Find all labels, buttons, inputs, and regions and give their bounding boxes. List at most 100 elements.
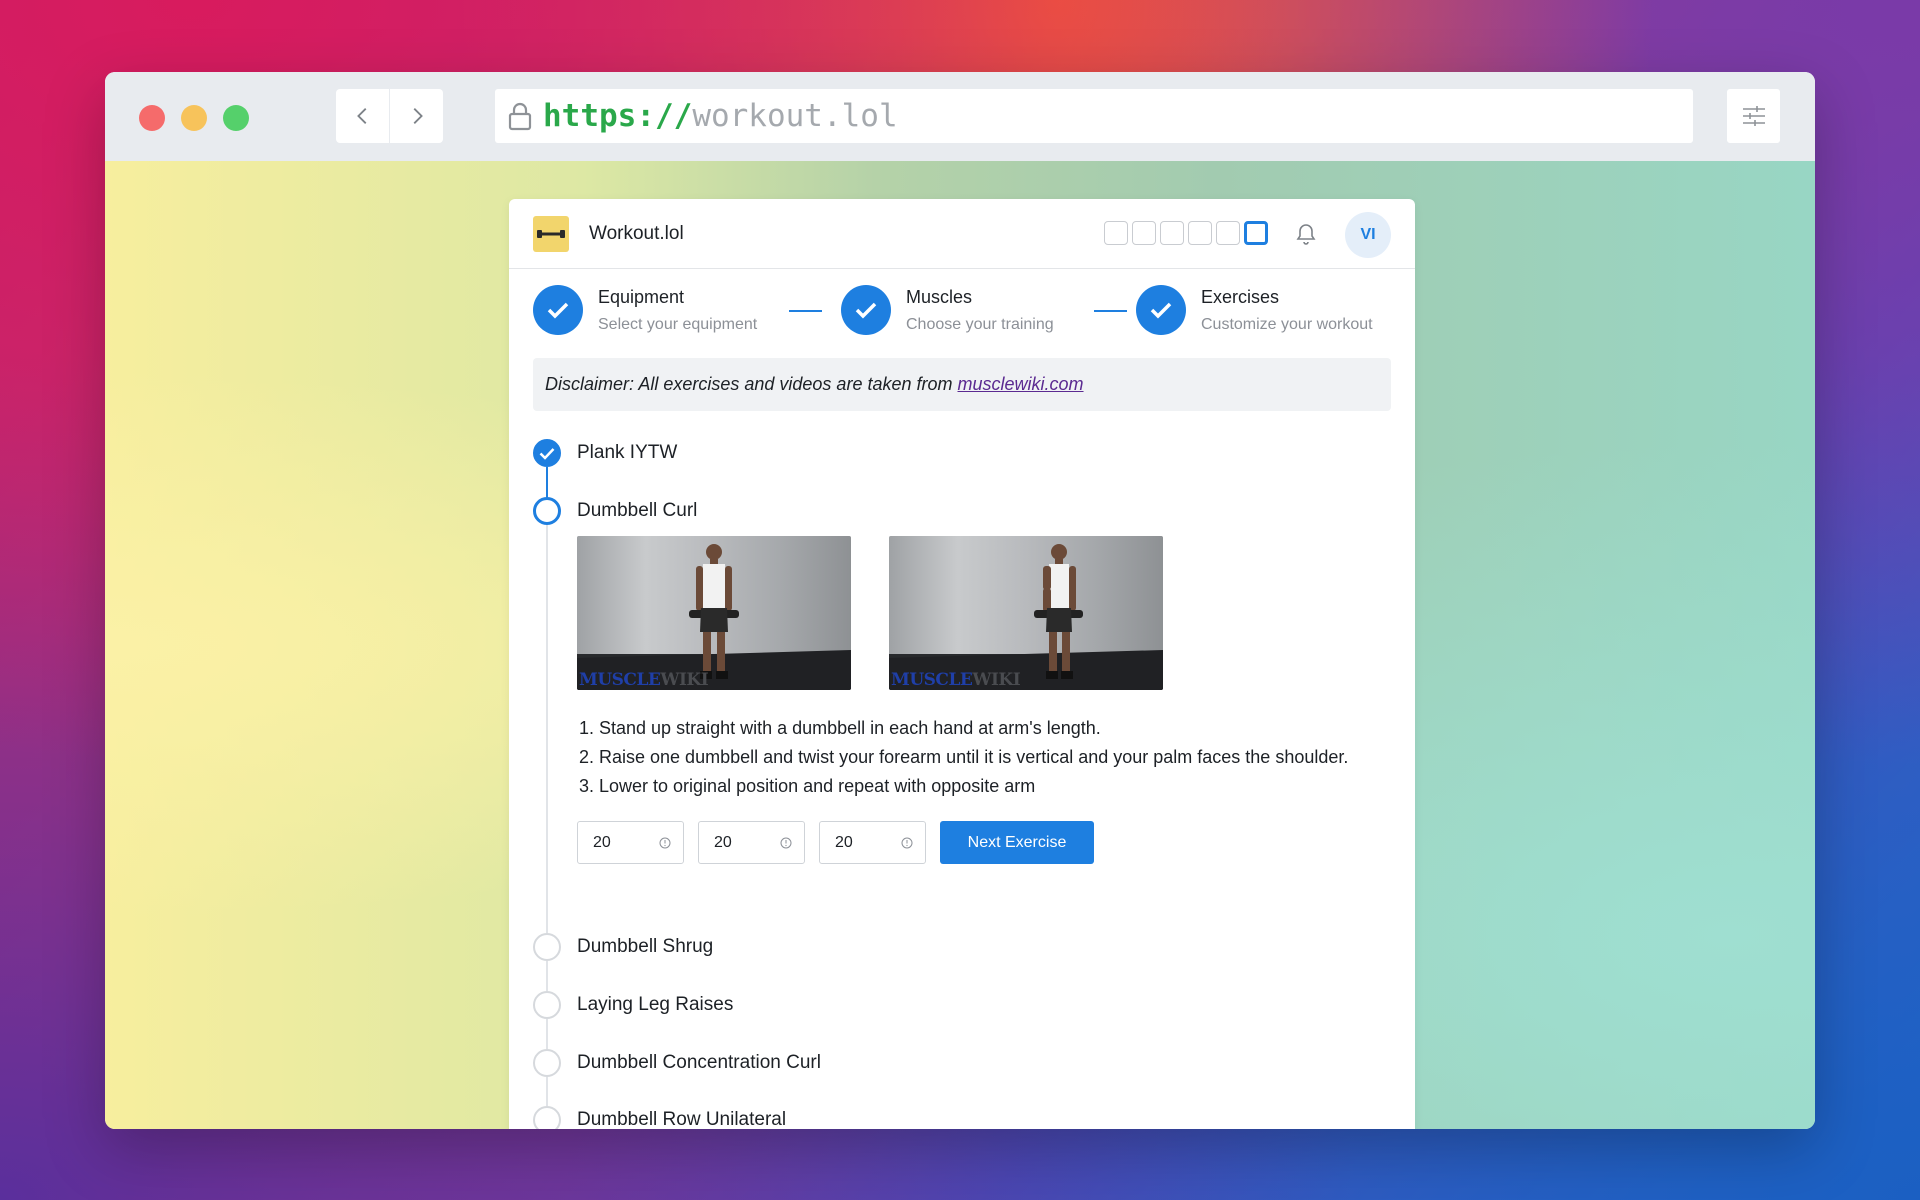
athlete-figure — [689, 544, 739, 679]
exercise-pending-indicator — [533, 1049, 561, 1077]
timeline-connector — [546, 1019, 548, 1049]
exercise-item-plank-iytw[interactable]: Plank IYTW — [533, 439, 677, 467]
check-icon — [1150, 302, 1172, 319]
step-subtitle: Choose your training — [906, 316, 1054, 333]
exercise-name: Dumbbell Curl — [577, 500, 698, 521]
url-text: https://workout.lol — [543, 98, 898, 134]
disclaimer-text: Disclaimer: All exercises and videos are… — [545, 374, 953, 394]
clock-icon — [780, 837, 792, 848]
theme-swatch-1[interactable] — [1104, 221, 1128, 245]
app-card: Workout.lol VI Equipment Select your equ… — [509, 199, 1415, 1129]
musclewiki-watermark: MUSCLEWIKI — [891, 670, 1021, 690]
chevron-right-icon — [413, 108, 423, 124]
theme-swatch-3[interactable] — [1160, 221, 1184, 245]
exercise-detail: MUSCLEWIKI MUSCLEWIKI 1. Stand up straig… — [577, 536, 1377, 864]
exercise-pending-indicator — [533, 933, 561, 961]
timeline-connector — [546, 961, 548, 991]
check-icon — [855, 302, 877, 319]
lock-icon — [508, 102, 532, 131]
exercise-name: Dumbbell Shrug — [577, 936, 714, 957]
bell-icon[interactable] — [1295, 222, 1317, 246]
theme-swatch-6[interactable] — [1244, 221, 1268, 245]
theme-swatch-5[interactable] — [1216, 221, 1240, 245]
check-icon — [539, 447, 555, 460]
step-exercises[interactable]: Exercises Customize your workout — [1136, 285, 1373, 335]
timeline-connector — [546, 467, 548, 498]
set-input-value: 20 — [593, 833, 611, 851]
step-equipment[interactable]: Equipment Select your equipment — [533, 285, 757, 335]
back-button[interactable] — [336, 89, 389, 143]
exercise-name: Plank IYTW — [577, 442, 678, 463]
exercise-name: Laying Leg Raises — [577, 994, 734, 1015]
step-subtitle: Select your equipment — [598, 316, 758, 333]
disclaimer-banner: Disclaimer: All exercises and videos are… — [533, 358, 1391, 411]
musclewiki-link[interactable]: musclewiki.com — [958, 374, 1084, 395]
exercise-current-indicator — [533, 497, 561, 525]
exercise-item-dumbbell-curl[interactable]: Dumbbell Curl — [533, 497, 697, 525]
set-input-value: 20 — [714, 833, 732, 851]
exercise-controls: 20 20 20 Next Exercise — [577, 821, 1377, 864]
step-title: Muscles — [906, 287, 973, 307]
page-viewport: Workout.lol VI Equipment Select your equ… — [105, 161, 1815, 1129]
address-bar[interactable]: https://workout.lol — [495, 89, 1693, 143]
settings-button[interactable] — [1727, 89, 1780, 143]
set-input-value: 20 — [835, 833, 853, 851]
watermark-wiki: WIKI — [972, 670, 1021, 690]
theme-color-picker — [1104, 221, 1268, 245]
clock-icon — [659, 837, 671, 848]
url-host: workout.lol — [692, 98, 898, 134]
step-connector — [1094, 310, 1127, 312]
set-input-2[interactable]: 20 — [698, 821, 805, 864]
next-exercise-button[interactable]: Next Exercise — [940, 821, 1094, 864]
instruction-step: Raise one dumbbell and twist your forear… — [599, 743, 1377, 772]
step-title: Exercises — [1201, 287, 1280, 307]
step-complete-indicator — [841, 285, 891, 335]
close-window-button[interactable] — [139, 105, 165, 131]
sliders-icon — [1742, 106, 1765, 126]
athlete-figure — [1034, 544, 1083, 679]
forward-button[interactable] — [390, 89, 443, 143]
timeline-connector — [546, 525, 548, 933]
browser-toolbar: https://workout.lol — [105, 72, 1815, 161]
clock-icon — [901, 837, 913, 848]
theme-swatch-4[interactable] — [1188, 221, 1212, 245]
exercise-videos: MUSCLEWIKI MUSCLEWIKI — [577, 536, 1377, 690]
exercise-video-front[interactable]: MUSCLEWIKI — [577, 536, 851, 690]
instruction-step: Stand up straight with a dumbbell in eac… — [599, 714, 1377, 743]
musclewiki-watermark: MUSCLEWIKI — [579, 670, 709, 690]
app-header: Workout.lol VI — [509, 199, 1415, 269]
step-muscles[interactable]: Muscles Choose your training — [841, 285, 1054, 335]
maximize-window-button[interactable] — [223, 105, 249, 131]
step-complete-indicator — [1136, 285, 1186, 335]
exercise-item-laying-leg-raises[interactable]: Laying Leg Raises — [533, 991, 733, 1019]
exercise-name: Dumbbell Concentration Curl — [577, 1052, 821, 1073]
avatar[interactable]: VI — [1345, 212, 1391, 258]
step-connector — [789, 310, 822, 312]
exercise-pending-indicator — [533, 1106, 561, 1129]
url-scheme: https:// — [543, 98, 693, 134]
step-complete-indicator — [533, 285, 583, 335]
step-title: Equipment — [598, 287, 685, 307]
watermark-muscle: MUSCLE — [579, 670, 661, 690]
exercise-item-dumbbell-row-unilateral[interactable]: Dumbbell Row Unilateral — [533, 1106, 786, 1129]
instruction-list: Stand up straight with a dumbbell in eac… — [577, 714, 1377, 801]
exercise-video-side[interactable]: MUSCLEWIKI — [889, 536, 1163, 690]
dumbbell-icon — [537, 229, 565, 238]
minimize-window-button[interactable] — [181, 105, 207, 131]
timeline-connector — [546, 1077, 548, 1106]
check-icon — [547, 302, 569, 319]
watermark-wiki: WIKI — [660, 670, 709, 690]
exercise-name: Dumbbell Row Unilateral — [577, 1109, 787, 1129]
exercise-item-dumbbell-shrug[interactable]: Dumbbell Shrug — [533, 933, 713, 961]
logo[interactable] — [533, 215, 569, 252]
brand-name: Workout.lol — [589, 222, 684, 244]
chevron-left-icon — [356, 108, 366, 124]
set-input-1[interactable]: 20 — [577, 821, 684, 864]
browser-window: https://workout.lol Workout.lol VI Equip… — [105, 72, 1815, 1129]
exercise-done-indicator — [533, 439, 561, 467]
progress-stepper: Equipment Select your equipment Muscles … — [533, 285, 1393, 339]
watermark-muscle: MUSCLE — [891, 670, 973, 690]
theme-swatch-2[interactable] — [1132, 221, 1156, 245]
set-input-3[interactable]: 20 — [819, 821, 926, 864]
exercise-item-dumbbell-concentration-curl[interactable]: Dumbbell Concentration Curl — [533, 1049, 821, 1077]
